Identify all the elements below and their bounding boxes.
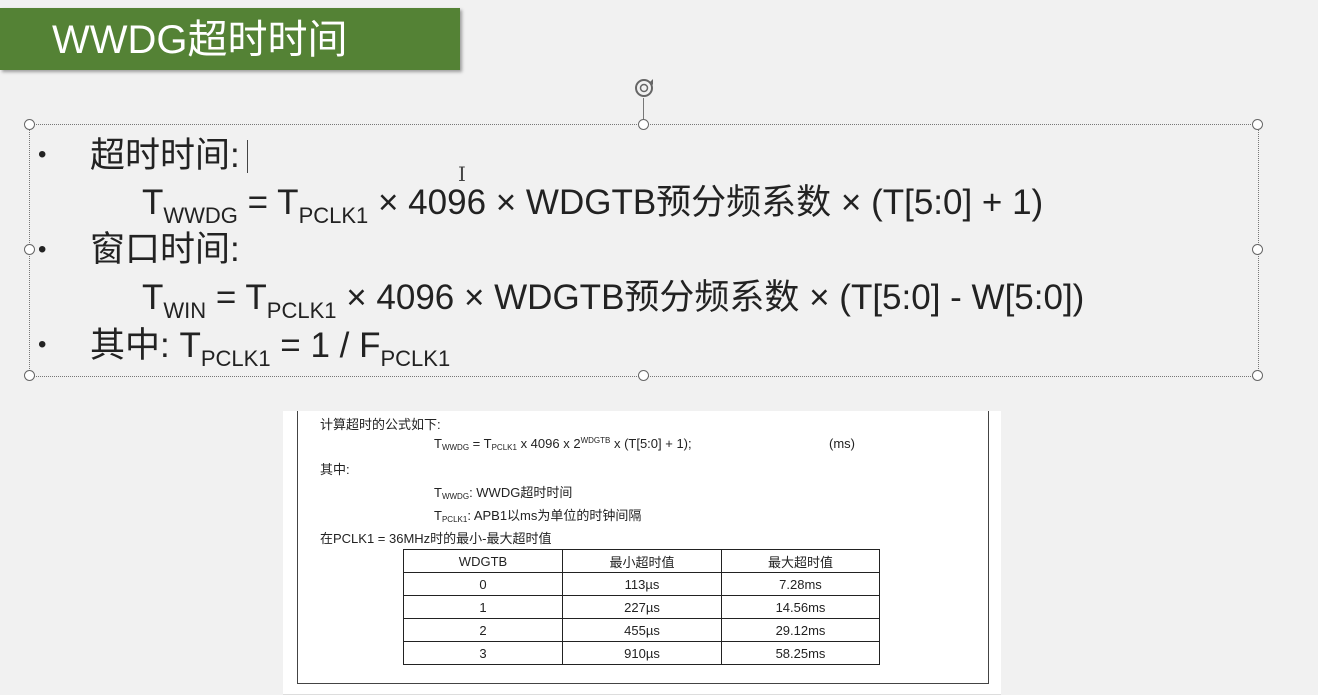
- table-header-cell: 最小超时值: [562, 549, 722, 573]
- doc-formula-unit: (ms): [829, 436, 855, 451]
- slide-title-bar[interactable]: WWDG超时时间: [0, 8, 460, 70]
- text-caret: [247, 140, 248, 173]
- resize-handle-bottom-middle[interactable]: [638, 370, 649, 381]
- timeout-formula[interactable]: TWWDG = TPCLK1 × 4096 × WDGTB预分频系数 × (T[…: [142, 183, 1043, 236]
- datasheet-excerpt-image[interactable]: 计算超时的公式如下: TWWDG = TPCLK1 x 4096 x 2WDGT…: [283, 411, 1001, 695]
- bullet-window-label[interactable]: 窗口时间:: [90, 230, 240, 270]
- table-cell: 0: [403, 572, 563, 596]
- table-header-row: WDGTB 最小超时值 最大超时值: [403, 549, 880, 573]
- resize-handle-middle-left[interactable]: [24, 244, 35, 255]
- table-cell: 58.25ms: [721, 641, 880, 665]
- doc-intro: 计算超时的公式如下:: [320, 417, 441, 432]
- doc-formula: TWWDG = TPCLK1 x 4096 x 2WDGTB x (T[5:0]…: [434, 436, 692, 452]
- table-row: 2 455µs 29.12ms: [403, 618, 880, 642]
- resize-handle-bottom-left[interactable]: [24, 370, 35, 381]
- window-formula[interactable]: TWIN = TPCLK1 × 4096 × WDGTB预分频系数 × (T[5…: [142, 278, 1084, 331]
- table-cell: 227µs: [562, 595, 722, 619]
- table-cell: 3: [403, 641, 563, 665]
- table-cell: 910µs: [562, 641, 722, 665]
- resize-handle-bottom-right[interactable]: [1252, 370, 1263, 381]
- doc-def-pclk1: TPCLK1: APB1以ms为单位的时钟间隔: [434, 508, 642, 524]
- table-cell: 1: [403, 595, 563, 619]
- bullet-marker: •: [38, 236, 47, 263]
- table-cell: 455µs: [562, 618, 722, 642]
- table-row: 0 113µs 7.28ms: [403, 572, 880, 596]
- resize-handle-middle-right[interactable]: [1252, 244, 1263, 255]
- bullet-where-line[interactable]: 其中: TPCLK1 = 1 / FPCLK1: [90, 326, 450, 379]
- bullet-timeout-label[interactable]: 超时时间:: [90, 136, 240, 176]
- bullet-marker: •: [38, 141, 47, 168]
- table-header-cell: 最大超时值: [721, 549, 880, 573]
- table-cell: 7.28ms: [721, 572, 880, 596]
- rotate-handle-icon[interactable]: [631, 76, 657, 102]
- bullet-marker: •: [38, 331, 47, 358]
- table-cell: 113µs: [562, 572, 722, 596]
- table-header-cell: WDGTB: [403, 549, 563, 573]
- table-cell: 2: [403, 618, 563, 642]
- timeout-table: WDGTB 最小超时值 最大超时值 0 113µs 7.28ms 1 227µs…: [403, 549, 880, 665]
- resize-handle-top-right[interactable]: [1252, 119, 1263, 130]
- table-cell: 14.56ms: [721, 595, 880, 619]
- resize-handle-top-middle[interactable]: [638, 119, 649, 130]
- doc-where: 其中:: [320, 462, 350, 477]
- table-row: 1 227µs 14.56ms: [403, 595, 880, 619]
- table-cell: 29.12ms: [721, 618, 880, 642]
- table-row: 3 910µs 58.25ms: [403, 641, 880, 665]
- resize-handle-top-left[interactable]: [24, 119, 35, 130]
- doc-table-caption: 在PCLK1 = 36MHz时的最小-最大超时值: [320, 531, 552, 546]
- slide-title: WWDG超时时间: [52, 18, 348, 62]
- doc-def-wwdg: TWWDG: WWDG超时时间: [434, 485, 573, 501]
